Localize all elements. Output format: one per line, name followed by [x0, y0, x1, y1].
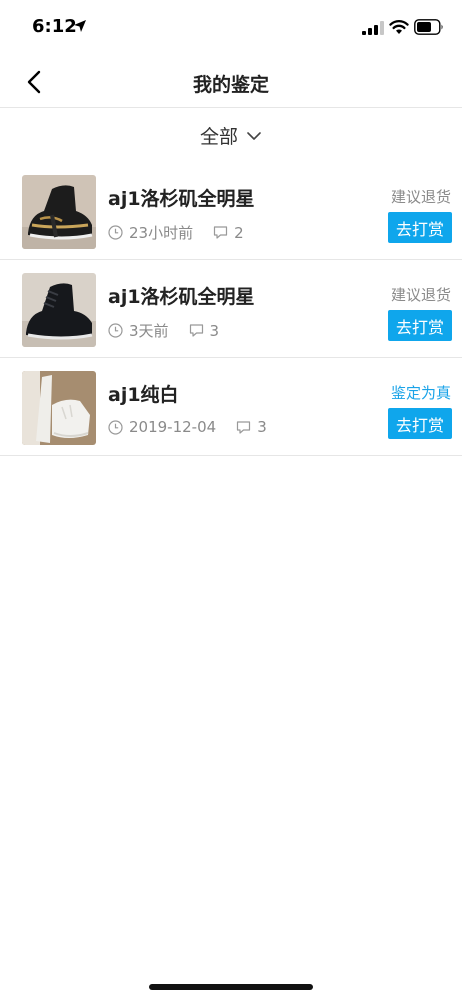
comment-icon — [237, 420, 251, 434]
wifi-icon — [389, 20, 409, 34]
sneaker-thumbnail-image — [22, 273, 96, 347]
chevron-down-icon — [247, 132, 261, 140]
tip-button[interactable]: 去打赏 — [388, 408, 452, 439]
clock-icon — [108, 225, 123, 240]
sneaker-thumbnail-image — [22, 371, 96, 445]
item-comment-count: 3 — [257, 418, 267, 436]
location-arrow-icon — [74, 20, 86, 32]
comment-icon — [213, 226, 228, 239]
item-title: aj1纯白 — [108, 384, 179, 406]
comment-icon — [189, 324, 203, 337]
page-title: 我的鉴定 — [192, 74, 269, 96]
list-item[interactable]: aj1纯白 2019-12-04 3 鉴定为真 去打赏 — [0, 358, 462, 456]
item-comment-count: 2 — [234, 223, 244, 242]
item-meta: 23小时前 2 — [108, 222, 244, 243]
status-time: 6:12 — [32, 16, 77, 37]
clock-icon — [108, 323, 123, 338]
item-comment-count: 3 — [209, 321, 220, 340]
clock-icon — [108, 419, 123, 435]
sneaker-thumbnail-image — [22, 175, 96, 249]
item-time: 3天前 — [129, 322, 169, 340]
battery-icon — [414, 19, 443, 35]
item-title: aj1洛杉矶全明星 — [108, 188, 255, 210]
nav-bar: 我的鉴定 — [0, 56, 462, 108]
filter-label: 全部 — [199, 125, 238, 148]
item-time: 2019-12-04 — [129, 418, 217, 436]
verdict-label: 建议退货 — [390, 286, 451, 304]
verdict-label: 建议退货 — [390, 188, 451, 206]
item-title: aj1洛杉矶全明星 — [108, 286, 255, 308]
appraisal-list: aj1洛杉矶全明星 23小时前 2 建议退货 去打赏 aj1洛杉矶全明星 3天前… — [0, 162, 462, 456]
status-bar: 6:12 — [0, 0, 462, 56]
item-meta: 2019-12-04 3 — [108, 418, 267, 436]
verdict-label: 鉴定为真 — [390, 384, 451, 402]
tip-button[interactable]: 去打赏 — [388, 212, 452, 243]
home-indicator[interactable] — [149, 984, 313, 990]
item-time: 23小时前 — [129, 224, 194, 242]
filter-dropdown[interactable]: 全部 — [0, 109, 462, 161]
tip-button[interactable]: 去打赏 — [388, 310, 452, 341]
list-item[interactable]: aj1洛杉矶全明星 23小时前 2 建议退货 去打赏 — [0, 162, 462, 260]
list-item[interactable]: aj1洛杉矶全明星 3天前 3 建议退货 去打赏 — [0, 260, 462, 358]
cellular-signal-icon — [362, 21, 384, 35]
item-meta: 3天前 3 — [108, 320, 219, 341]
